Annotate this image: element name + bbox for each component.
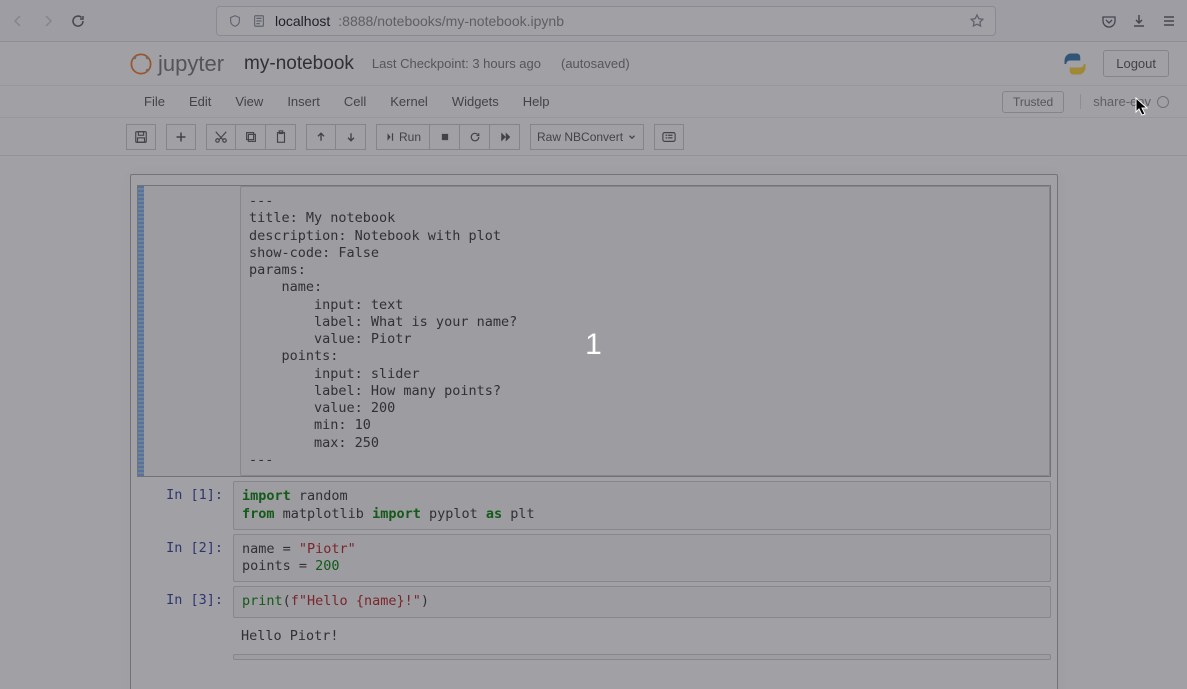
cell-prompt: In [3]: bbox=[137, 586, 233, 617]
download-icon[interactable] bbox=[1131, 13, 1147, 29]
chevron-down-icon bbox=[627, 132, 637, 142]
checkpoint-text: Last Checkpoint: 3 hours ago bbox=[372, 56, 541, 71]
cell-raw-0[interactable]: --- title: My notebook description: Note… bbox=[137, 185, 1051, 477]
command-palette-button[interactable] bbox=[654, 124, 684, 150]
cell-code-2[interactable]: In [2]: name = "Piotr" points = 200 bbox=[137, 534, 1051, 583]
kernel-name[interactable]: share-env bbox=[1080, 94, 1169, 109]
cell-output-3: Hello Piotr! bbox=[137, 622, 1051, 650]
insert-cell-button[interactable] bbox=[166, 124, 196, 150]
url-bar[interactable]: localhost :8888/notebooks/my-notebook.ipy… bbox=[216, 6, 996, 36]
notebook-area[interactable]: --- title: My notebook description: Note… bbox=[0, 156, 1187, 689]
toolbar: Run Raw NBConvert bbox=[0, 118, 1187, 156]
browser-right-icons bbox=[1101, 13, 1177, 29]
restart-button[interactable] bbox=[460, 124, 490, 150]
cell-prompt: In [2]: bbox=[137, 534, 233, 583]
url-path: :8888/notebooks/my-notebook.ipynb bbox=[338, 13, 564, 29]
cell-output: Hello Piotr! bbox=[233, 622, 1051, 650]
star-icon[interactable] bbox=[969, 13, 985, 29]
menu-insert[interactable]: Insert bbox=[275, 90, 332, 113]
menu-widgets[interactable]: Widgets bbox=[440, 90, 511, 113]
run-label: Run bbox=[399, 130, 421, 144]
menu-view[interactable]: View bbox=[223, 90, 275, 113]
cut-button[interactable] bbox=[206, 124, 236, 150]
back-icon[interactable] bbox=[10, 13, 26, 29]
interrupt-button[interactable] bbox=[430, 124, 460, 150]
kernel-indicator-icon bbox=[1157, 96, 1169, 108]
menu-file[interactable]: File bbox=[132, 90, 177, 113]
autosaved-text: (autosaved) bbox=[561, 56, 630, 71]
cell-prompt bbox=[137, 622, 233, 650]
menu-bar: File Edit View Insert Cell Kernel Widget… bbox=[0, 86, 1187, 118]
cell-code-1[interactable]: In [1]: import random from matplotlib im… bbox=[137, 481, 1051, 530]
menu-kernel[interactable]: Kernel bbox=[378, 90, 440, 113]
kernel-name-text: share-env bbox=[1093, 94, 1151, 109]
cell-code-4[interactable] bbox=[137, 654, 1051, 660]
reload-icon[interactable] bbox=[70, 13, 86, 29]
nav-buttons bbox=[10, 13, 86, 29]
notebook-title[interactable]: my-notebook bbox=[244, 53, 354, 75]
cell-type-select[interactable]: Raw NBConvert bbox=[530, 124, 644, 150]
logout-button[interactable]: Logout bbox=[1103, 50, 1169, 77]
move-down-button[interactable] bbox=[336, 124, 366, 150]
cell-input[interactable]: print(f"Hello {name}!") bbox=[233, 586, 1051, 617]
cell-type-label: Raw NBConvert bbox=[537, 130, 623, 144]
paste-button[interactable] bbox=[266, 124, 296, 150]
menu-help[interactable]: Help bbox=[511, 90, 562, 113]
browser-toolbar: localhost :8888/notebooks/my-notebook.ipy… bbox=[0, 0, 1187, 42]
url-host: localhost bbox=[275, 13, 330, 29]
cell-prompt: In [1]: bbox=[137, 481, 233, 530]
jupyter-icon bbox=[130, 53, 152, 75]
menu-cell[interactable]: Cell bbox=[332, 90, 378, 113]
cell-input[interactable]: name = "Piotr" points = 200 bbox=[233, 534, 1051, 583]
menu-edit[interactable]: Edit bbox=[177, 90, 223, 113]
cell-input[interactable]: --- title: My notebook description: Note… bbox=[240, 186, 1050, 476]
python-logo-icon bbox=[1061, 50, 1089, 78]
cell-code-3[interactable]: In [3]: print(f"Hello {name}!") bbox=[137, 586, 1051, 617]
trusted-badge[interactable]: Trusted bbox=[1002, 91, 1064, 113]
forward-icon[interactable] bbox=[40, 13, 56, 29]
page-icon bbox=[251, 13, 267, 29]
cell-input[interactable] bbox=[233, 654, 1051, 660]
cell-prompt bbox=[137, 654, 233, 660]
restart-run-all-button[interactable] bbox=[490, 124, 520, 150]
shield-icon bbox=[227, 13, 243, 29]
run-button[interactable]: Run bbox=[376, 124, 430, 150]
hamburger-icon[interactable] bbox=[1161, 13, 1177, 29]
copy-button[interactable] bbox=[236, 124, 266, 150]
cell-input[interactable]: import random from matplotlib import pyp… bbox=[233, 481, 1051, 530]
jupyter-wordmark: jupyter bbox=[158, 51, 224, 77]
save-button[interactable] bbox=[126, 124, 156, 150]
notebook-container: --- title: My notebook description: Note… bbox=[130, 174, 1058, 689]
notebook-header: jupyter my-notebook Last Checkpoint: 3 h… bbox=[0, 42, 1187, 86]
cell-prompt bbox=[144, 186, 240, 476]
move-up-button[interactable] bbox=[306, 124, 336, 150]
pocket-icon[interactable] bbox=[1101, 13, 1117, 29]
jupyter-logo[interactable]: jupyter bbox=[130, 51, 224, 77]
